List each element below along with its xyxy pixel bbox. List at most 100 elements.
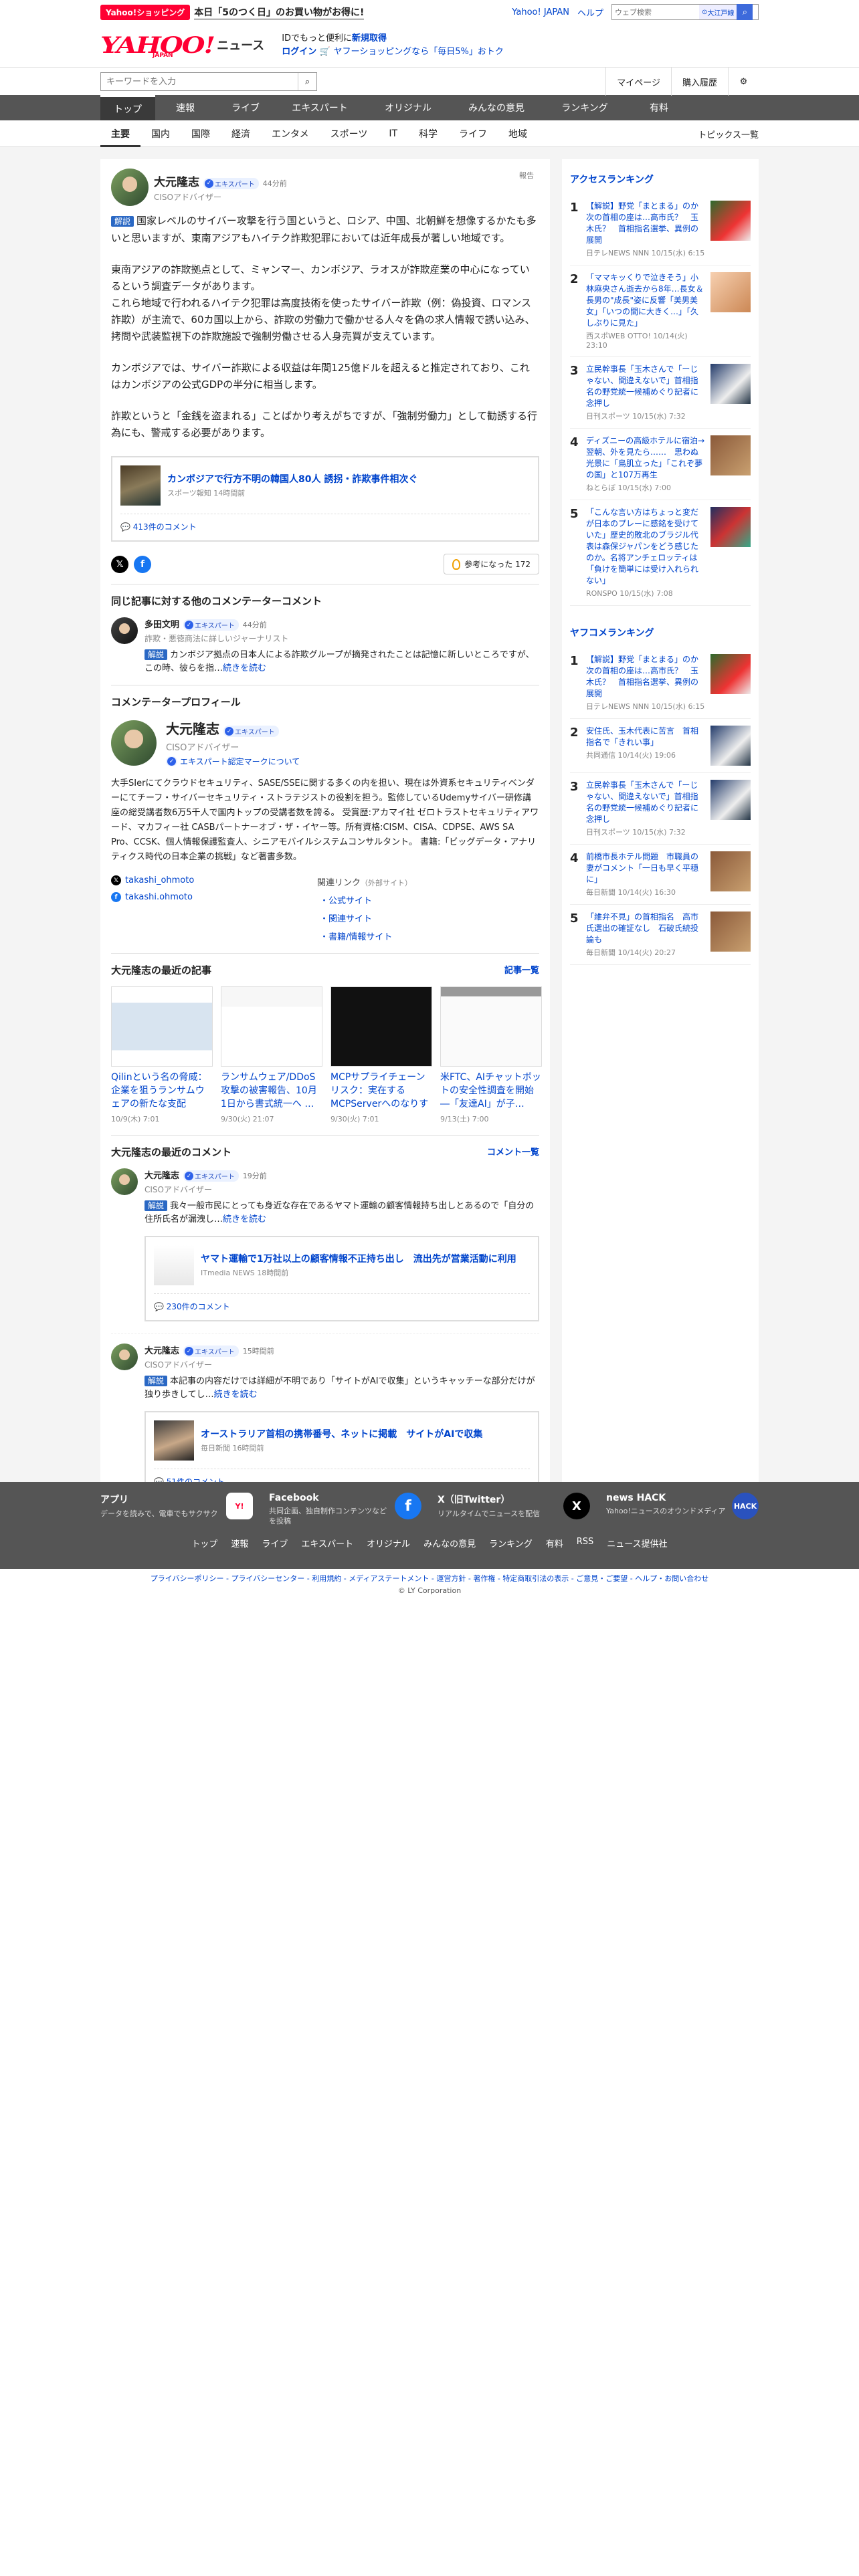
purchase-history-link[interactable]: 購入履歴 [670,68,728,96]
ranking-item[interactable]: 1 【解説】野党「まとまる」のか 次の首相の座は…高市氏？ 玉木氏？ 首相指名選挙… [570,647,751,719]
author-name[interactable]: 多田文明 [145,620,179,630]
gnav-expert[interactable]: エキスパート [276,95,364,120]
snav-entertainment[interactable]: エンタメ [261,120,320,147]
help-link[interactable]: ヘルプ [577,6,603,19]
comment-count: 413件のコメント [132,522,197,532]
ranking-item[interactable]: 3 立民幹事長「玉木さんで「ーじゃない、間違えないで」首相指名の野党統一候補めぐり… [570,357,751,429]
recent-article-card[interactable]: 米FTC、AIチャットボットの安全性調査を開始―「友達AI」が子… 9/13(土)… [440,986,542,1124]
gnav-live[interactable]: ライブ [215,95,276,120]
snav-economy[interactable]: 経済 [221,120,261,147]
footer-nav-paid[interactable]: 有料 [546,1537,563,1549]
footer-nav-rss[interactable]: RSS [577,1537,594,1549]
rank-number: 2 [570,272,579,286]
footer-nav-expert[interactable]: エキスパート [301,1537,353,1549]
read-more-link[interactable]: 続きを読む [223,663,266,673]
expert-mark-link[interactable]: ✓ エキスパート認定マークについて [166,756,300,767]
app-promo[interactable]: アプリ データを読みで、電車でもサクサク Y! [100,1493,253,1526]
yahoo-news-logo[interactable]: YAHOO! ニュース JAPAN [100,32,264,59]
mypage-link[interactable]: マイページ [605,68,671,96]
snav-main[interactable]: 主要 [100,120,140,147]
article-title[interactable]: オーストラリア首相の携帯番号、ネットに掲載 サイトがAIで収集 [201,1428,482,1441]
article-title[interactable]: ヤマト運輸で1万社以上の顧客情報不正持ち出し 流出先が営業活動に利用 [201,1253,516,1266]
facebook-promo[interactable]: Facebook 共同企画、独自制作コンテンツなどを投稿 f [269,1493,421,1526]
article-title[interactable]: カンボジアで行方不明の韓国人80人 誘拐・詐欺事件相次ぐ [167,473,417,486]
keyword-input[interactable] [101,73,298,90]
promo-link[interactable]: 本日「5のつく日」のお買い物がお得に! [194,5,365,19]
article-list-link[interactable]: 記事一覧 [504,963,539,977]
author-name[interactable]: 大元隆志 [145,1346,179,1356]
avatar[interactable] [111,169,149,206]
gnav-top[interactable]: トップ [100,95,155,120]
ranking-item[interactable]: 2 安住氏、玉木代表に苦言 首相指名で「きれい事」 共同通信 10/14(火) 19… [570,719,751,773]
news-hack-promo[interactable]: news HACK Yahoo!ニュースのオウンドメディア HACK [606,1493,759,1526]
gnav-breaking[interactable]: 速報 [155,95,215,120]
location-tag[interactable]: ⊙ 大江戸線 [699,5,737,19]
keyword-search-button[interactable]: ⌕ [298,73,316,90]
read-more-link[interactable]: 続きを読む [223,1214,266,1224]
legal-links[interactable]: プライバシーポリシー - プライバシーセンター - 利用規約 - メディアステー… [0,1569,859,1584]
profile-avatar[interactable] [111,720,157,766]
source-article-card[interactable]: カンボジアで行方不明の韓国人80人 誘拐・詐欺事件相次ぐ スポーツ報知 14時間… [111,456,539,542]
read-more-link[interactable]: 続きを読む [214,1390,258,1400]
settings-button[interactable]: ⚙ [728,68,759,96]
x-promo[interactable]: X（旧Twitter） リアルタイムでニュースを配信 X [438,1493,590,1526]
gnav-ranking[interactable]: ランキング [541,95,629,120]
snav-science[interactable]: 科学 [408,120,448,147]
helpful-button[interactable]: 参考になった 172 [444,554,539,574]
comment-count-link[interactable]: 💬 413件のコメント [120,514,530,532]
footer-nav-breaking[interactable]: 速報 [231,1537,248,1549]
profile-name[interactable]: 大元隆志 [166,721,219,737]
footer-nav-ranking[interactable]: ランキング [489,1537,533,1549]
web-search-input[interactable] [612,5,699,19]
related-link-related[interactable]: ・関連サイト [320,911,412,924]
snav-local[interactable]: 地域 [498,120,538,147]
comment-count-link[interactable]: 💬 230件のコメント [154,1293,530,1312]
gnav-original[interactable]: オリジナル [364,95,452,120]
x-share-icon[interactable]: 𝕏 [111,555,128,573]
web-search-button[interactable]: ⌕ [737,4,753,20]
login-link[interactable]: ログイン [282,47,316,57]
avatar[interactable] [111,617,138,644]
source-article-card[interactable]: ヤマト運輸で1万社以上の顧客情報不正持ち出し 流出先が営業活動に利用 ITmedi… [145,1236,539,1321]
recent-article-card[interactable]: Qilinという名の脅威：企業を狙うランサムウェアの新たな支配 10/9(木) 7… [111,986,213,1124]
facebook-share-icon[interactable]: f [134,555,151,573]
snav-it[interactable]: IT [378,120,408,147]
recent-article-card[interactable]: ランサムウェア/DDoS攻撃の被害報告、10月1日から書式統一へ … 9/30(火… [221,986,322,1124]
footer-nav-live[interactable]: ライブ [262,1537,288,1549]
snav-sports[interactable]: スポーツ [320,120,379,147]
avatar[interactable] [111,1168,138,1195]
related-link-books[interactable]: ・書籍/情報サイト [320,930,412,942]
related-link-official[interactable]: ・公式サイト [320,893,412,906]
ranking-item[interactable]: 1 【解説】野党「まとまる」のか 次の首相の座は…高市氏？ 玉木氏？ 首相指名選挙… [570,194,751,265]
signup-link[interactable]: 新規取得 [352,33,387,43]
footer-nav-providers[interactable]: ニュース提供社 [607,1537,667,1549]
author-name[interactable]: 大元隆志 [154,176,199,189]
avatar[interactable] [111,1344,138,1370]
snav-world[interactable]: 国際 [181,120,221,147]
access-ranking-title[interactable]: アクセスランキング [570,167,751,194]
comment-list-link[interactable]: コメント一覧 [487,1145,539,1159]
ranking-item[interactable]: 2 「ママキッくりで泣きそう」小林麻央さん逝去から8年…長女＆長男の"成長"姿に反… [570,265,751,357]
gnav-paid[interactable]: 有料 [629,95,689,120]
x-profile-link[interactable]: 𝕏takashi_ohmoto [111,875,317,885]
shopping-badge[interactable]: Yahoo!ショッピング [100,4,191,20]
author-name[interactable]: 大元隆志 [145,1171,179,1181]
shopping-promo-link[interactable]: ヤフーショッピングなら「毎日5%」おトク [333,47,503,57]
ranking-item[interactable]: 5 「維弁不見」の首相指名 高市氏選出の確証なし 石破氏続投論も 毎日新聞 10/1… [570,905,751,965]
footer-nav-opinions[interactable]: みんなの意見 [423,1537,476,1549]
snav-domestic[interactable]: 国内 [140,120,181,147]
ranking-item[interactable]: 3 立民幹事長「玉木さんで「ーじゃない、間違えないで」首相指名の野党統一候補めぐり… [570,773,751,845]
recent-article-card[interactable]: MCPサプライチェーンリスク：実在するMCPServerへのなりすま… 9/30(… [330,986,432,1124]
topics-list-link[interactable]: トピックス一覧 [698,128,759,140]
footer-nav-original[interactable]: オリジナル [367,1537,410,1549]
ranking-item[interactable]: 5 「こんな言い方はちょっと変だが日本のプレーに感銘を受けていた」歴史的敗北のブラ… [570,500,751,606]
snav-life[interactable]: ライフ [448,120,498,147]
facebook-profile-link[interactable]: f takashi.ohmoto [111,892,317,902]
gnav-opinions[interactable]: みんなの意見 [452,95,541,120]
ranking-item[interactable]: 4 前橋市長ホテル問題 市職員の妻がコメント「一日も早く平穏に」 毎日新聞 10/1… [570,845,751,905]
report-link[interactable]: 報告 [519,170,534,181]
comment-ranking-title[interactable]: ヤフコメランキング [570,621,751,647]
footer-nav-top[interactable]: トップ [191,1537,217,1549]
ranking-item[interactable]: 4 ディズニーの高級ホテルに宿泊→翌朝、外を見たら…… 思わぬ光景に「鳥肌立った」… [570,429,751,500]
yahoo-japan-link[interactable]: Yahoo! JAPAN [512,7,569,17]
